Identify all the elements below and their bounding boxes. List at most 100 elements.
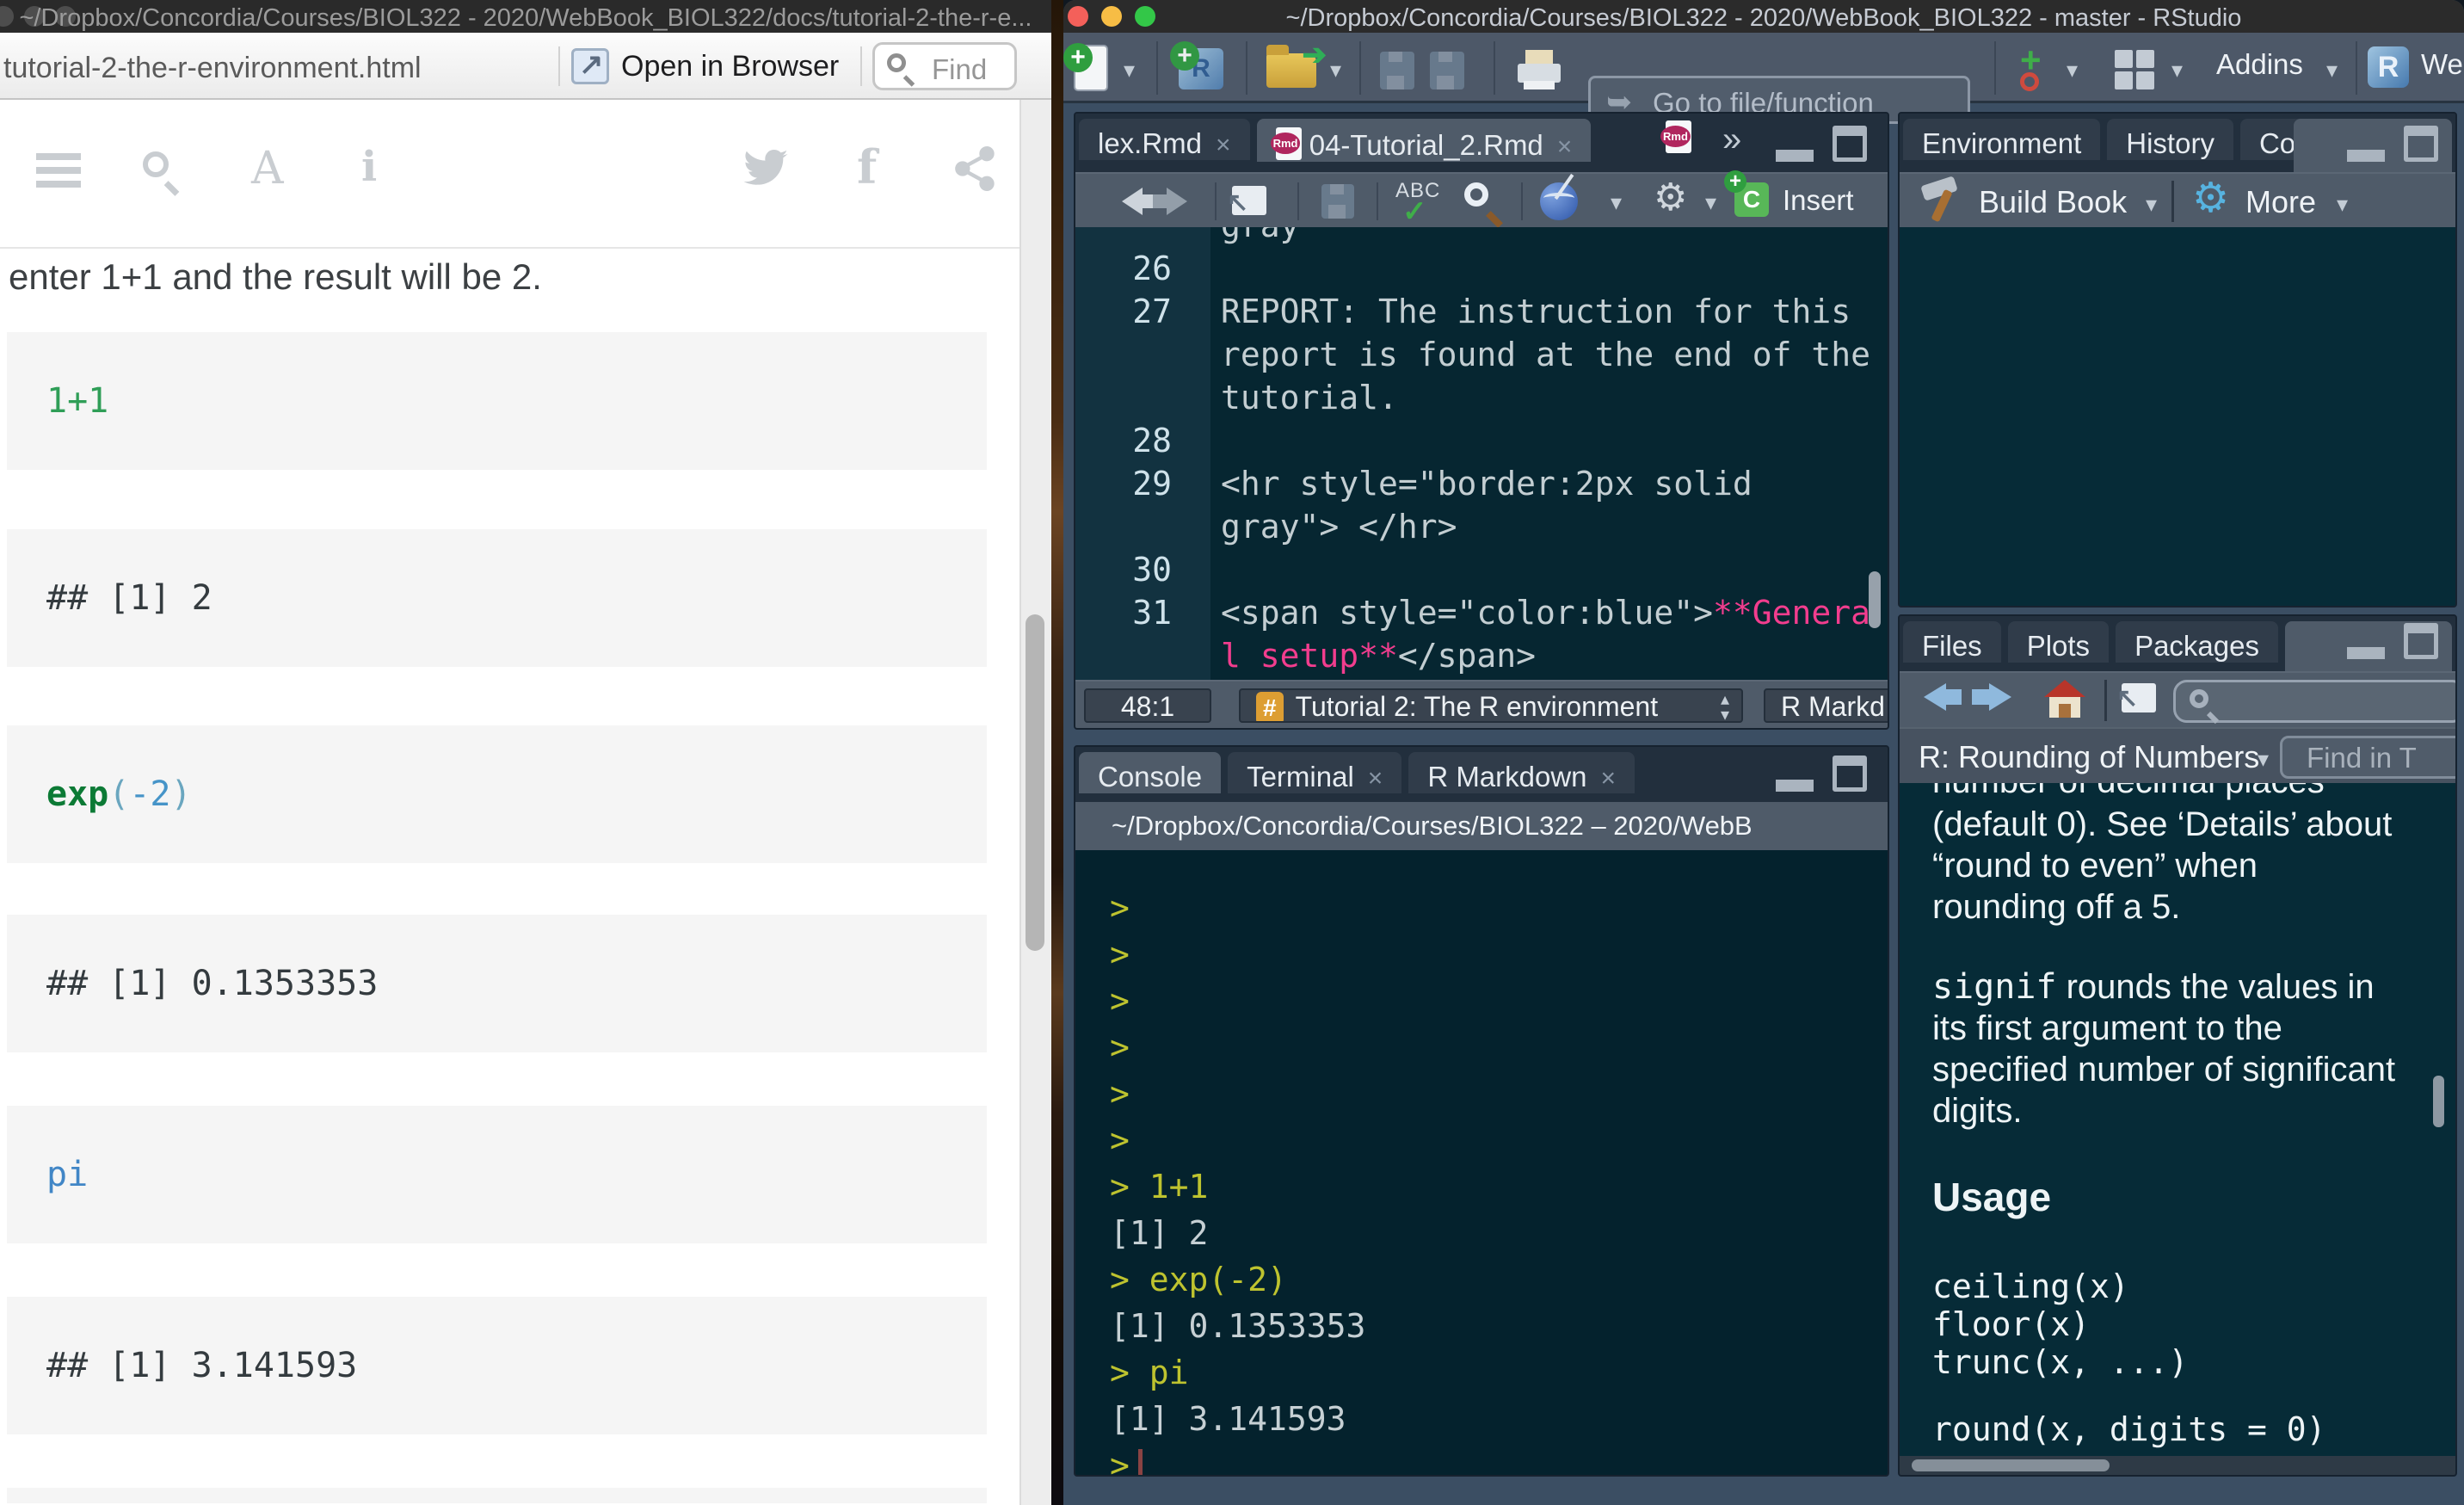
- topic-dropdown-icon[interactable]: ▾: [2258, 746, 2269, 773]
- editor-content[interactable]: gray2627REPORT: The instruction for this…: [1075, 227, 1888, 683]
- help-hscrollbar-thumb[interactable]: [1912, 1459, 2110, 1471]
- find-in-topic-input[interactable]: Find in T: [2280, 736, 2457, 779]
- minimize-pane-icon[interactable]: [1776, 136, 1814, 162]
- browser-scrollbar-thumb[interactable]: [1026, 614, 1044, 951]
- facebook-icon[interactable]: f: [857, 139, 877, 194]
- tab-files[interactable]: Files: [1903, 621, 2001, 663]
- pane-window-controls[interactable]: [1776, 126, 1867, 163]
- code-segment: pi: [46, 1155, 88, 1194]
- insert-button[interactable]: Insert: [1783, 184, 1854, 217]
- rmd-file-icon[interactable]: [1666, 120, 1691, 153]
- console-prompt: >: [1110, 982, 1130, 1020]
- gear-icon[interactable]: ⚙: [1654, 176, 1687, 219]
- knit-icon[interactable]: [1540, 182, 1578, 220]
- section-navigator[interactable]: #Tutorial 2: The R environment ▴▾: [1239, 688, 1743, 723]
- tab-environment[interactable]: Environment: [1903, 119, 2100, 160]
- pane-window-controls[interactable]: [1776, 756, 1867, 793]
- close-tab-icon[interactable]: ×: [1557, 133, 1573, 161]
- back-icon[interactable]: [1122, 188, 1143, 215]
- close-tab-icon[interactable]: ×: [1601, 764, 1617, 793]
- help-topic-title[interactable]: R: Rounding of Numbers: [1919, 739, 2259, 775]
- editor-scrollbar-thumb[interactable]: [1869, 571, 1881, 628]
- more-dropdown-icon[interactable]: ▾: [2337, 191, 2348, 218]
- rstudio-titlebar[interactable]: ~/Dropbox/Concordia/Courses/BIOL322 - 20…: [1063, 0, 2464, 33]
- save-icon[interactable]: [1380, 52, 1414, 89]
- build-book-button[interactable]: Build Book: [1979, 184, 2127, 220]
- maximize-pane-icon[interactable]: [2404, 623, 2438, 659]
- pane-window-controls[interactable]: [2347, 623, 2438, 661]
- addins-dropdown-icon[interactable]: ▾: [2326, 57, 2338, 83]
- help-search-input[interactable]: [2173, 680, 2457, 723]
- tab-packages[interactable]: Packages: [2116, 621, 2278, 663]
- search-icon[interactable]: [143, 151, 169, 177]
- save-all-icon[interactable]: [1430, 52, 1464, 89]
- file-type-label[interactable]: R Markd: [1764, 688, 1889, 723]
- section-updown-icon[interactable]: ▴▾: [1721, 692, 1729, 723]
- minimize-pane-icon[interactable]: [1776, 766, 1814, 792]
- gear-dropdown-icon[interactable]: ▾: [1705, 189, 1716, 216]
- pane-window-controls[interactable]: [2347, 126, 2438, 163]
- line-number: [1075, 634, 1210, 677]
- code-segment: tutorial.: [1221, 379, 1398, 416]
- tab-plots[interactable]: Plots: [2008, 621, 2109, 663]
- home-icon[interactable]: [2044, 680, 2085, 718]
- help-scrollbar-thumb[interactable]: [2433, 1076, 2444, 1127]
- tab-terminal[interactable]: Terminal×: [1228, 752, 1401, 793]
- more-button[interactable]: More: [2245, 184, 2316, 220]
- tab-label: Packages: [2134, 630, 2259, 662]
- help-content[interactable]: number of decimal places (default 0). Se…: [1900, 783, 2455, 1459]
- font-settings-icon[interactable]: A: [251, 143, 284, 194]
- usage-heading: Usage: [1932, 1176, 2455, 1218]
- new-project-icon[interactable]: R+: [1179, 48, 1223, 89]
- maximize-pane-icon[interactable]: [1833, 126, 1867, 162]
- version-control-dropdown-icon[interactable]: ▾: [2067, 57, 2078, 83]
- insert-chunk-icon[interactable]: C: [1734, 182, 1769, 217]
- usage-line: trunc(x, ...): [1932, 1343, 2455, 1381]
- project-name-label[interactable]: We: [2421, 48, 2463, 81]
- save-icon[interactable]: [1321, 184, 1354, 219]
- help-horizontal-scrollbar[interactable]: [1900, 1456, 2455, 1475]
- code-line: <hr style="border:2px solid: [1210, 462, 1753, 505]
- open-in-new-window-icon[interactable]: [1232, 186, 1266, 215]
- close-tab-icon[interactable]: ×: [1368, 764, 1383, 793]
- console-output[interactable]: >>>>>>> 1+1[1] 2> exp(-2)[1] 0.1353353> …: [1075, 850, 1888, 1477]
- tab-lex-rmd[interactable]: lex.Rmd×: [1079, 119, 1250, 160]
- open-in-browser-button[interactable]: Open in Browser: [621, 50, 839, 83]
- tab-history[interactable]: History: [2107, 119, 2233, 160]
- new-file-icon[interactable]: +: [1075, 46, 1106, 89]
- print-icon[interactable]: [1518, 50, 1561, 89]
- r-project-icon[interactable]: R: [2368, 46, 2409, 88]
- browser-titlebar[interactable]: ~/Dropbox/Concordia/Courses/BIOL322 - 20…: [0, 0, 1051, 33]
- browser-scrollbar[interactable]: [1019, 100, 1051, 1505]
- info-icon[interactable]: i: [361, 143, 377, 191]
- back-icon[interactable]: [1924, 683, 1946, 711]
- spellcheck-icon[interactable]: ABC: [1395, 179, 1440, 203]
- build-dropdown-icon[interactable]: ▾: [2146, 191, 2157, 218]
- addins-menu[interactable]: Addins: [2216, 48, 2303, 81]
- find-input[interactable]: Find: [872, 42, 1017, 90]
- version-control-icon[interactable]: +: [2017, 45, 2048, 93]
- forward-icon[interactable]: [1989, 683, 2011, 711]
- menu-icon[interactable]: [36, 153, 81, 188]
- twitter-icon[interactable]: [742, 148, 790, 194]
- open-recent-dropdown-icon[interactable]: ▾: [1330, 57, 1341, 83]
- knit-dropdown-icon[interactable]: ▾: [1611, 189, 1622, 216]
- maximize-pane-icon[interactable]: [2404, 126, 2438, 162]
- panes-dropdown-icon[interactable]: ▾: [2171, 57, 2183, 83]
- open-file-icon[interactable]: [1266, 53, 1316, 88]
- tab-04-tutorial-2-rmd[interactable]: 04-Tutorial_2.Rmd×: [1257, 119, 1592, 162]
- minimize-pane-icon[interactable]: [2347, 136, 2385, 162]
- maximize-pane-icon[interactable]: [1833, 756, 1867, 792]
- close-tab-icon[interactable]: ×: [1216, 131, 1231, 159]
- forward-icon[interactable]: [1167, 188, 1187, 215]
- tab-console[interactable]: Console: [1079, 752, 1221, 793]
- tab-r-markdown[interactable]: R Markdown×: [1408, 752, 1635, 793]
- share-icon[interactable]: [953, 146, 998, 195]
- find-replace-icon[interactable]: [1464, 182, 1488, 207]
- open-in-browser-icon[interactable]: [571, 48, 609, 84]
- new-file-dropdown-icon[interactable]: ▾: [1124, 57, 1135, 83]
- open-in-new-window-icon[interactable]: [2122, 683, 2156, 712]
- minimize-pane-icon[interactable]: [2347, 633, 2385, 659]
- workspace-panes-icon[interactable]: [2115, 50, 2154, 89]
- tab-overflow-icon[interactable]: »: [1722, 120, 1741, 159]
